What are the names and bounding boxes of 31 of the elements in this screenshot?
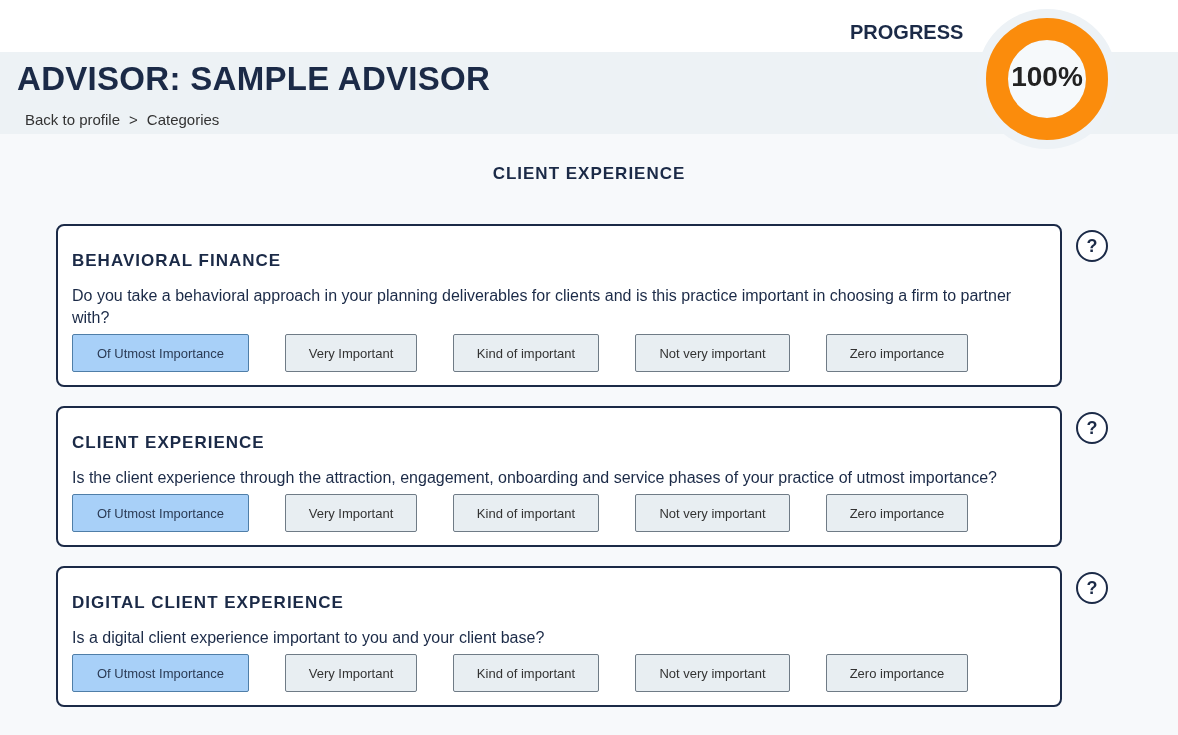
progress-label: PROGRESS	[850, 20, 964, 44]
question-text: Is the client experience through the attraction, engagement, onboarding and service phases of your practice of utmost importance?	[72, 468, 998, 488]
question-title: DIGITAL CLIENT EXPERIENCE	[72, 593, 345, 613]
page-title: ADVISOR: SAMPLE ADVISOR	[17, 60, 491, 98]
importance-option[interactable]: Kind of important	[453, 494, 599, 532]
importance-option[interactable]: Of Utmost Importance	[72, 334, 249, 372]
help-button[interactable]: ?	[1076, 230, 1108, 262]
breadcrumb-link[interactable]: Back to profile	[25, 111, 121, 128]
breadcrumb-separator: >	[129, 111, 138, 128]
importance-option[interactable]: Of Utmost Importance	[72, 654, 249, 692]
importance-option[interactable]: Zero importance	[826, 334, 968, 372]
importance-option[interactable]: Of Utmost Importance	[72, 494, 249, 532]
question-title: BEHAVIORAL FINANCE	[72, 251, 283, 271]
question-text: Do you take a behavioral approach in your planning deliverables for clients and is this practice important in choosing a firm to partner with?	[72, 286, 1013, 328]
importance-option[interactable]: Not very important	[635, 654, 790, 692]
importance-option[interactable]: Kind of important	[453, 334, 599, 372]
help-button[interactable]: ?	[1076, 572, 1108, 604]
breadcrumb-link[interactable]: Categories	[146, 111, 220, 128]
help-button[interactable]: ?	[1076, 412, 1108, 444]
importance-option[interactable]: Zero importance	[826, 654, 968, 692]
importance-option[interactable]: Zero importance	[826, 494, 968, 532]
section-title: CLIENT EXPERIENCE	[491, 164, 687, 184]
importance-option[interactable]: Not very important	[635, 494, 790, 532]
importance-option[interactable]: Very Important	[285, 494, 417, 532]
importance-option[interactable]: Very Important	[285, 334, 417, 372]
progress-value: 100%	[1010, 61, 1084, 93]
question-title: CLIENT EXPERIENCE	[72, 433, 266, 453]
importance-option[interactable]: Kind of important	[453, 654, 599, 692]
importance-option[interactable]: Very Important	[285, 654, 417, 692]
importance-option[interactable]: Not very important	[635, 334, 790, 372]
question-text: Is a digital client experience important to you and your client base?	[72, 628, 546, 648]
